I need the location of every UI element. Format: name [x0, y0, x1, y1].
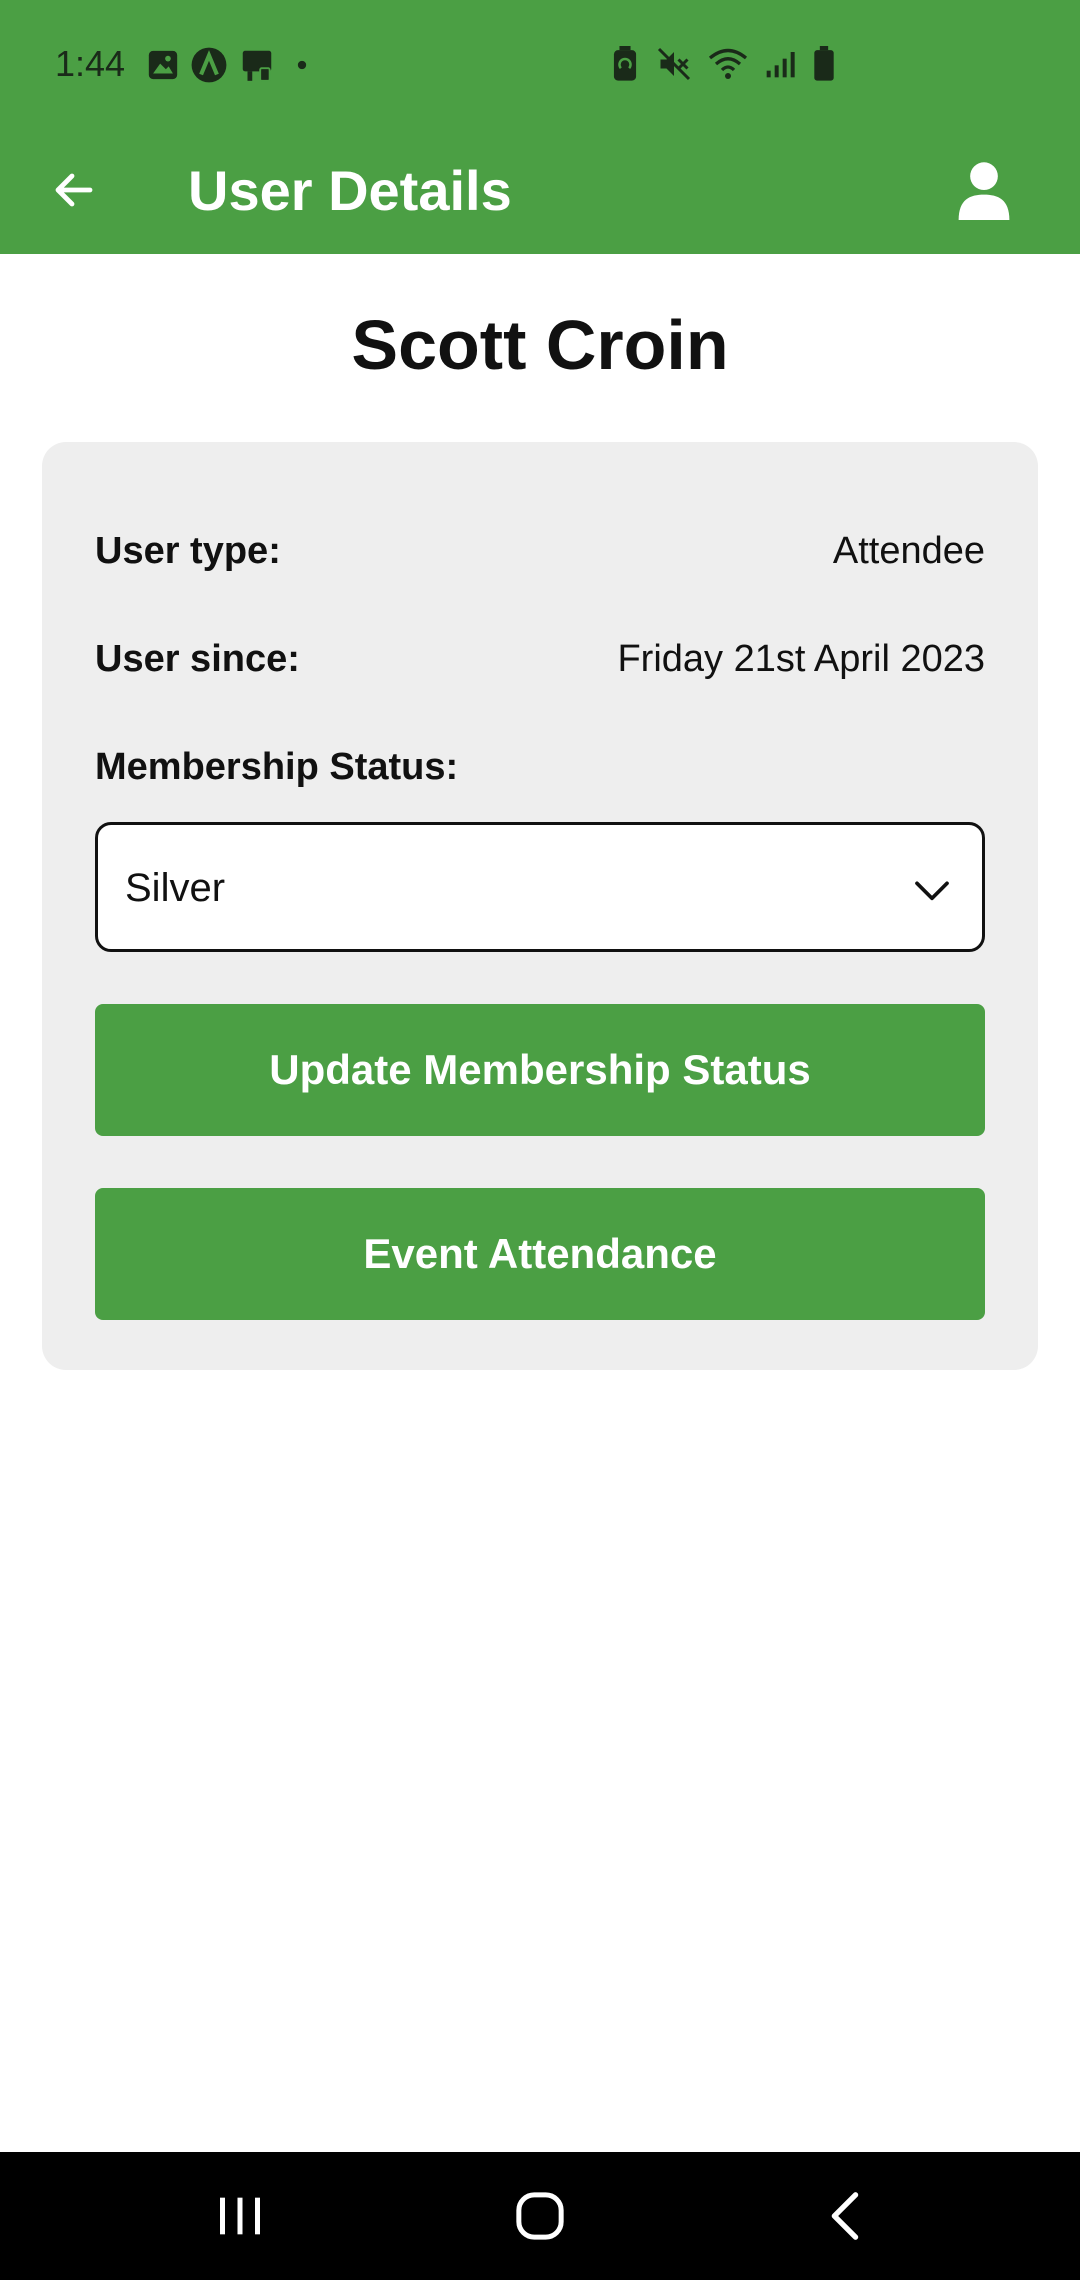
home-button[interactable]: [490, 2176, 590, 2256]
app-bar: 1:44 User Details: [0, 0, 1080, 254]
home-icon: [516, 2192, 564, 2240]
toolbar: User Details: [0, 130, 1080, 254]
page-title: User Details: [188, 159, 512, 222]
membership-status-value: Silver: [125, 866, 226, 910]
update-membership-button[interactable]: Update Membership Status: [95, 1004, 985, 1136]
status-right-icons: [610, 46, 836, 82]
signal-icon: [766, 52, 795, 78]
membership-status-label: Membership Status:: [95, 746, 459, 788]
recents-icon: [220, 2197, 260, 2235]
gallery-icon: [148, 50, 178, 80]
notification-dot-icon: [297, 60, 307, 70]
battery-icon: [814, 46, 834, 81]
app-a-icon: [191, 47, 227, 83]
recents-button[interactable]: [190, 2176, 290, 2256]
back-button[interactable]: [36, 152, 112, 228]
user-type-value: Attendee: [832, 530, 985, 572]
cast-icon: [242, 50, 272, 82]
user-name: Scott Croin: [351, 306, 729, 384]
chevron-down-icon: [915, 881, 949, 901]
status-time: 1:44: [55, 43, 126, 84]
status-bar: 1:44: [0, 0, 1080, 130]
person-icon: [958, 162, 1010, 220]
user-details-card: User type: Attendee User since: Friday 2…: [42, 442, 1038, 1370]
status-left-icons: [146, 46, 312, 84]
wifi-icon: [708, 48, 748, 79]
battery-saver-icon: [613, 46, 637, 81]
back-icon: [831, 2192, 859, 2240]
event-attendance-button[interactable]: Event Attendance: [95, 1188, 985, 1320]
user-since-row: User since: Friday 21st April 2023: [95, 634, 985, 684]
user-since-value: Friday 21st April 2023: [617, 638, 985, 680]
user-type-label: User type:: [95, 530, 281, 572]
arrow-left-icon: [55, 173, 93, 207]
nav-back-button[interactable]: [794, 2176, 894, 2256]
system-nav-bar: [0, 2152, 1080, 2280]
mute-icon: [657, 47, 691, 81]
profile-button[interactable]: [944, 150, 1024, 230]
user-type-row: User type: Attendee: [95, 526, 985, 576]
membership-status-select[interactable]: Silver: [95, 822, 985, 952]
user-since-label: User since:: [95, 638, 300, 680]
